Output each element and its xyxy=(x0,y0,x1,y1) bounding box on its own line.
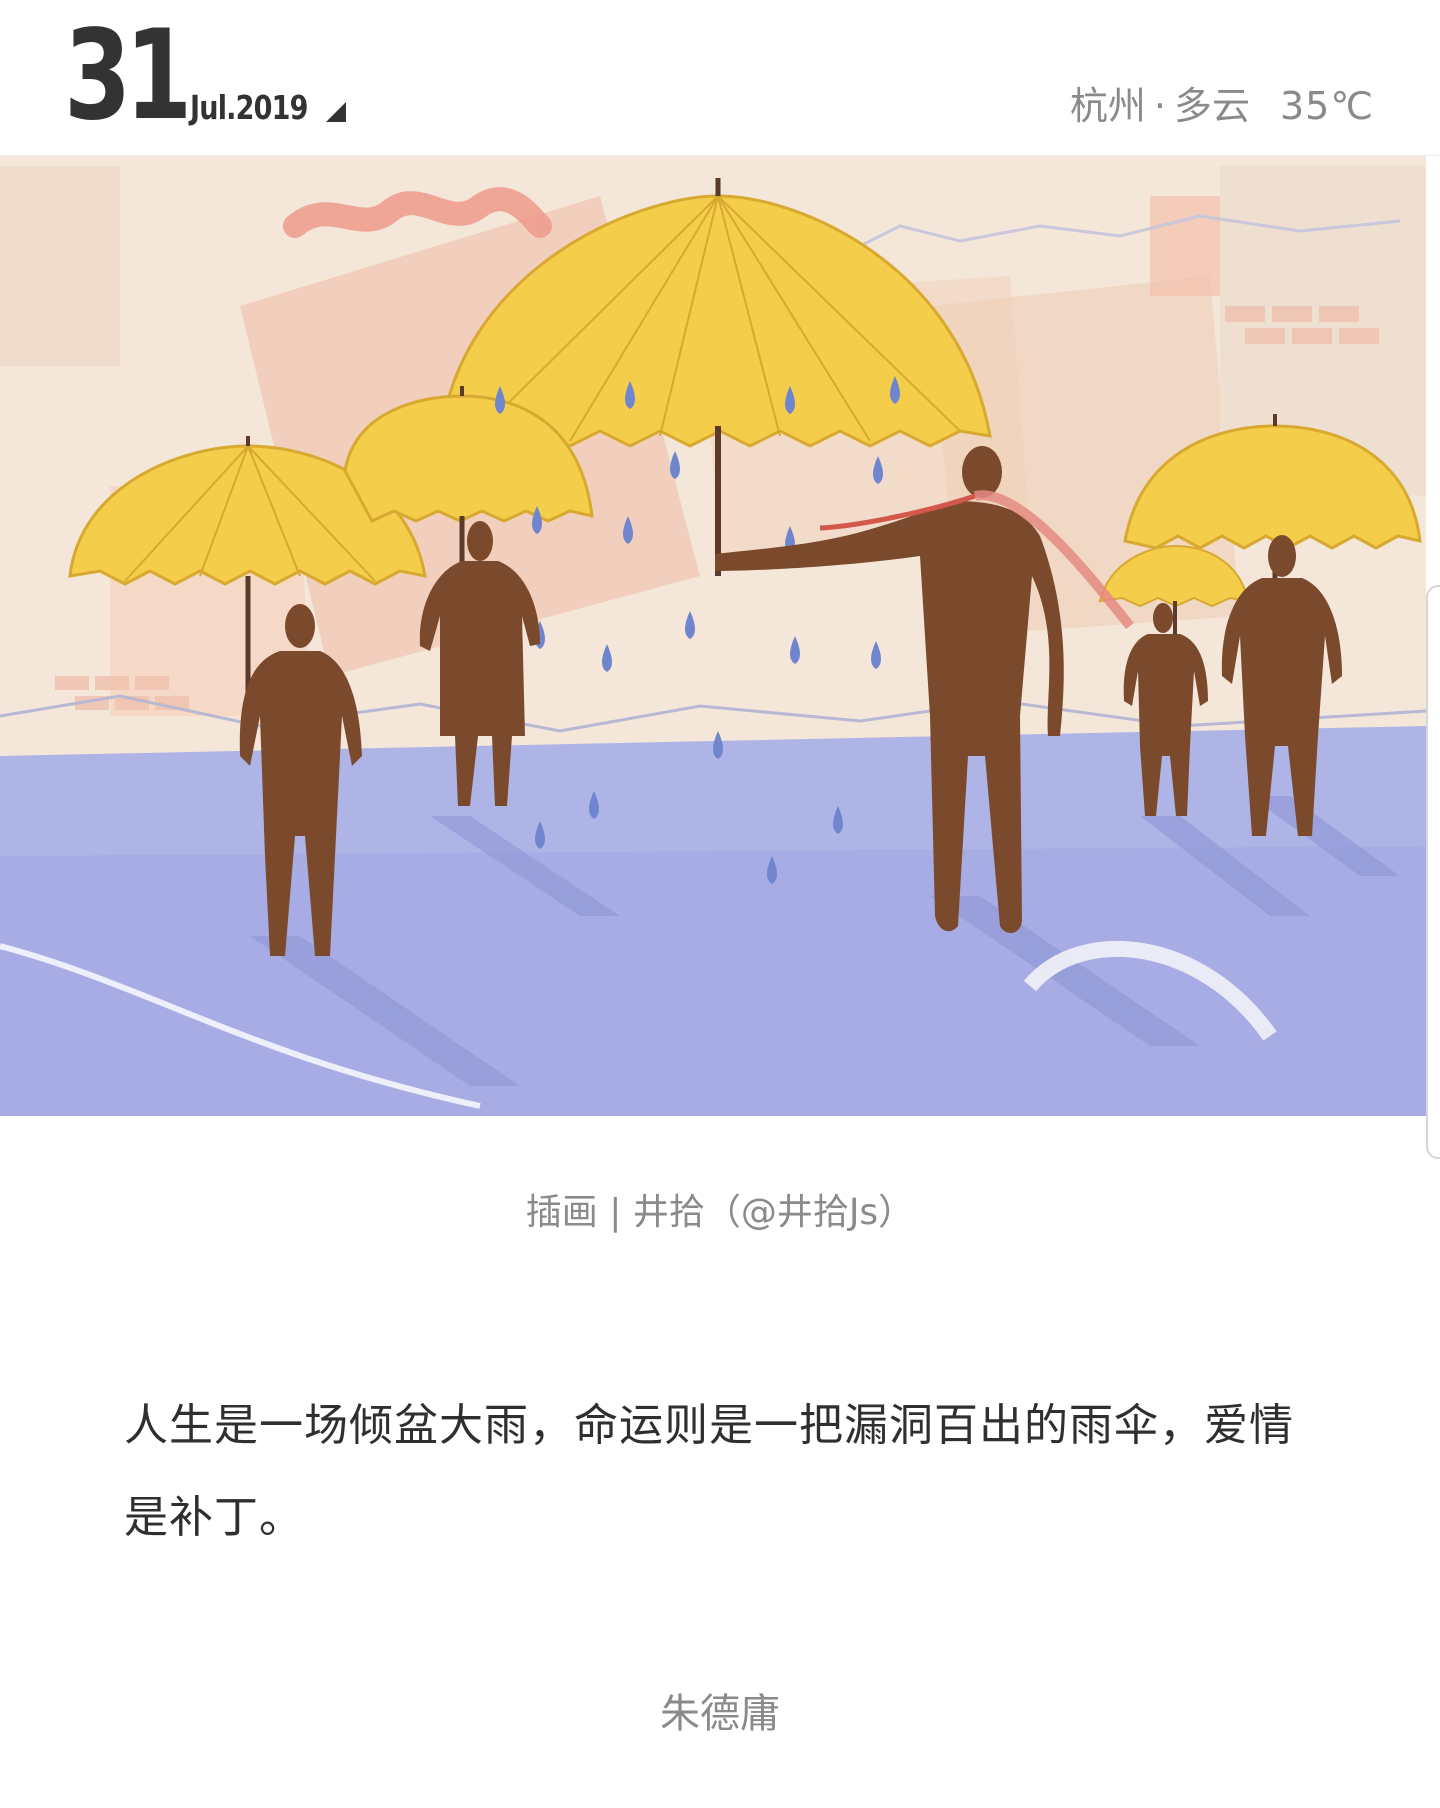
weather-temperature: 35℃ xyxy=(1279,84,1374,128)
date-month-year[interactable]: Jul.2019 xyxy=(190,88,308,128)
weather-info: 杭州 · 多云 35℃ xyxy=(1070,78,1374,134)
month-selector[interactable]: Jul.2019 xyxy=(190,88,346,128)
weather-city: 杭州 xyxy=(1069,84,1146,128)
date-weather-header: 31 Jul.2019 杭州 · 多云 35℃ xyxy=(0,0,1440,156)
umbrella-rain-illustration xyxy=(0,156,1426,1116)
quote-author: 朱德庸 xyxy=(660,1691,780,1737)
date-day: 31 xyxy=(64,4,192,148)
daily-illustration[interactable] xyxy=(0,156,1426,1116)
illustration-credit: 插画 | 井拾（@井拾Js） xyxy=(525,1192,915,1233)
weather-separator: · xyxy=(1153,84,1166,128)
weather-condition: 多云 xyxy=(1173,84,1250,128)
scroll-indicator[interactable] xyxy=(1426,585,1440,1159)
triangle-down-right-icon[interactable] xyxy=(326,102,346,122)
daily-quote: 人生是一场倾盆大雨，命运则是一把漏洞百出的雨伞，爱情是补丁。 xyxy=(124,1400,1294,1543)
